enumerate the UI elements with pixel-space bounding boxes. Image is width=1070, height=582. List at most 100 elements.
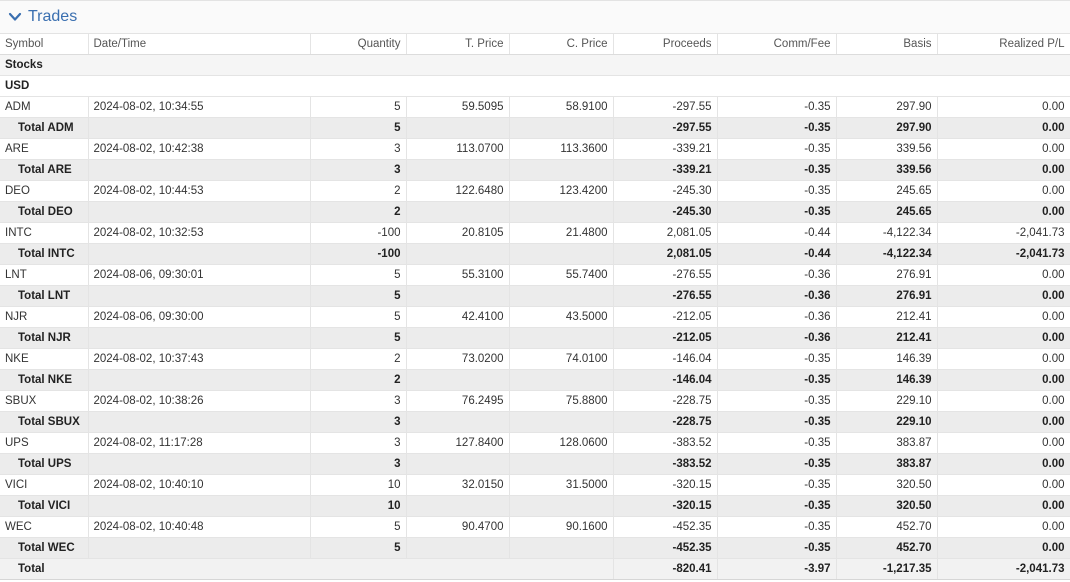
cell-realized-pl: 0.00 [937, 411, 1070, 433]
cell-datetime: 2024-08-06, 09:30:01 [88, 264, 311, 286]
cell-realized-pl: 0.00 [937, 264, 1070, 286]
trades-section-header[interactable]: Trades [0, 0, 1070, 34]
column-header-c-price[interactable]: C. Price [509, 34, 614, 55]
cell-basis: 245.65 [836, 201, 938, 223]
cell-proceeds: -146.04 [613, 369, 718, 391]
cell-symbol: Total UPS [0, 453, 89, 475]
cell-comm-fee: -0.35 [717, 117, 837, 139]
cell-realized-pl: 0.00 [937, 432, 1070, 454]
column-header-quantity[interactable]: Quantity [310, 34, 407, 55]
cell-proceeds: -228.75 [613, 411, 718, 433]
cell-basis: 276.91 [836, 285, 938, 307]
cell-c-price [509, 495, 614, 517]
cell-proceeds: -245.30 [613, 180, 718, 202]
cell-quantity: 10 [310, 474, 407, 496]
cell-c-price: 90.1600 [509, 516, 614, 538]
cell-t-price: 76.2495 [406, 390, 510, 412]
cell-c-price: 55.7400 [509, 264, 614, 286]
cell-realized-pl: 0.00 [937, 306, 1070, 328]
cell-datetime [88, 411, 311, 433]
table-row: ADM 2024-08-02, 10:34:55 5 59.5095 58.9100 -2… [0, 96, 1070, 118]
cell-symbol: DEO [0, 180, 89, 202]
cell-realized-pl: 0.00 [937, 96, 1070, 118]
column-header-proceeds[interactable]: Proceeds [613, 34, 718, 55]
cell-quantity: 5 [310, 327, 407, 349]
cell-comm-fee: -0.44 [717, 222, 837, 244]
chevron-down-icon[interactable] [8, 10, 22, 24]
cell-basis: -4,122.34 [836, 243, 938, 265]
cell-quantity: 3 [310, 411, 407, 433]
cell-proceeds: -383.52 [613, 432, 718, 454]
cell-proceeds: -212.05 [613, 306, 718, 328]
cell-basis: 383.87 [836, 453, 938, 475]
cell-realized-pl: 0.00 [937, 453, 1070, 475]
subtotal-row: Total WEC 5 -452.35 -0.35 452.70 0.00 [0, 537, 1070, 559]
subtotal-row: Total NJR 5 -212.05 -0.36 212.41 0.00 [0, 327, 1070, 349]
cell-comm-fee: -0.35 [717, 390, 837, 412]
table-header-row: Symbol Date/Time Quantity T. Price C. Pr… [0, 34, 1070, 55]
cell-realized-pl: 0.00 [937, 285, 1070, 307]
cell-comm-fee: -0.35 [717, 537, 837, 559]
cell-datetime: 2024-08-02, 10:40:48 [88, 516, 311, 538]
column-header-t-price[interactable]: T. Price [406, 34, 510, 55]
subtotal-row: Total INTC -100 2,081.05 -0.44 -4,122.34 -2,0… [0, 243, 1070, 265]
cell-c-price [509, 285, 614, 307]
cell-symbol: Total ARE [0, 159, 89, 181]
column-header-realized-pl[interactable]: Realized P/L [937, 34, 1070, 55]
cell-symbol: Total INTC [0, 243, 89, 265]
cell-realized-pl: -2,041.73 [937, 243, 1070, 265]
cell-realized-pl: 0.00 [937, 390, 1070, 412]
cell-datetime: 2024-08-02, 10:44:53 [88, 180, 311, 202]
column-header-comm-fee[interactable]: Comm/Fee [717, 34, 837, 55]
cell-quantity: 5 [310, 306, 407, 328]
cell-proceeds: -276.55 [613, 264, 718, 286]
cell-quantity: 2 [310, 201, 407, 223]
grand-total-label: Total [0, 558, 614, 580]
cell-basis: 339.56 [836, 138, 938, 160]
cell-datetime: 2024-08-02, 10:42:38 [88, 138, 311, 160]
cell-t-price: 42.4100 [406, 306, 510, 328]
cell-datetime: 2024-08-02, 10:37:43 [88, 348, 311, 370]
trades-table: Symbol Date/Time Quantity T. Price C. Pr… [0, 34, 1070, 580]
subtotal-row: Total NKE 2 -146.04 -0.35 146.39 0.00 [0, 369, 1070, 391]
subtotal-row: Total UPS 3 -383.52 -0.35 383.87 0.00 [0, 453, 1070, 475]
cell-t-price: 127.8400 [406, 432, 510, 454]
cell-c-price [509, 369, 614, 391]
cell-basis: 452.70 [836, 516, 938, 538]
cell-c-price [509, 411, 614, 433]
cell-c-price [509, 117, 614, 139]
cell-c-price [509, 327, 614, 349]
subtotal-row: Total SBUX 3 -228.75 -0.35 229.10 0.00 [0, 411, 1070, 433]
table-row: INTC 2024-08-02, 10:32:53 -100 20.8105 21.48… [0, 222, 1070, 244]
column-header-symbol[interactable]: Symbol [0, 34, 89, 55]
cell-t-price: 113.0700 [406, 138, 510, 160]
cell-comm-fee: -0.35 [717, 369, 837, 391]
cell-realized-pl: 0.00 [937, 159, 1070, 181]
cell-realized-pl: 0.00 [937, 138, 1070, 160]
column-header-datetime[interactable]: Date/Time [88, 34, 311, 55]
column-header-basis[interactable]: Basis [836, 34, 938, 55]
cell-quantity: 2 [310, 348, 407, 370]
cell-basis: 452.70 [836, 537, 938, 559]
cell-symbol: ADM [0, 96, 89, 118]
cell-comm-fee: -0.35 [717, 159, 837, 181]
cell-symbol: VICI [0, 474, 89, 496]
currency-label: USD [0, 75, 1070, 97]
cell-proceeds: 2,081.05 [613, 222, 718, 244]
table-row: VICI 2024-08-02, 10:40:10 10 32.0150 31.5000… [0, 474, 1070, 496]
cell-proceeds: -212.05 [613, 327, 718, 349]
cell-t-price: 122.6480 [406, 180, 510, 202]
cell-t-price [406, 159, 510, 181]
cell-symbol: Total DEO [0, 201, 89, 223]
cell-proceeds: -383.52 [613, 453, 718, 475]
cell-basis: 245.65 [836, 180, 938, 202]
cell-c-price [509, 201, 614, 223]
cell-datetime: 2024-08-06, 09:30:00 [88, 306, 311, 328]
cell-symbol: Total ADM [0, 117, 89, 139]
cell-datetime [88, 117, 311, 139]
cell-quantity: 5 [310, 96, 407, 118]
cell-proceeds: -452.35 [613, 537, 718, 559]
cell-datetime [88, 495, 311, 517]
subtotal-row: Total LNT 5 -276.55 -0.36 276.91 0.00 [0, 285, 1070, 307]
cell-comm-fee: -0.35 [717, 180, 837, 202]
